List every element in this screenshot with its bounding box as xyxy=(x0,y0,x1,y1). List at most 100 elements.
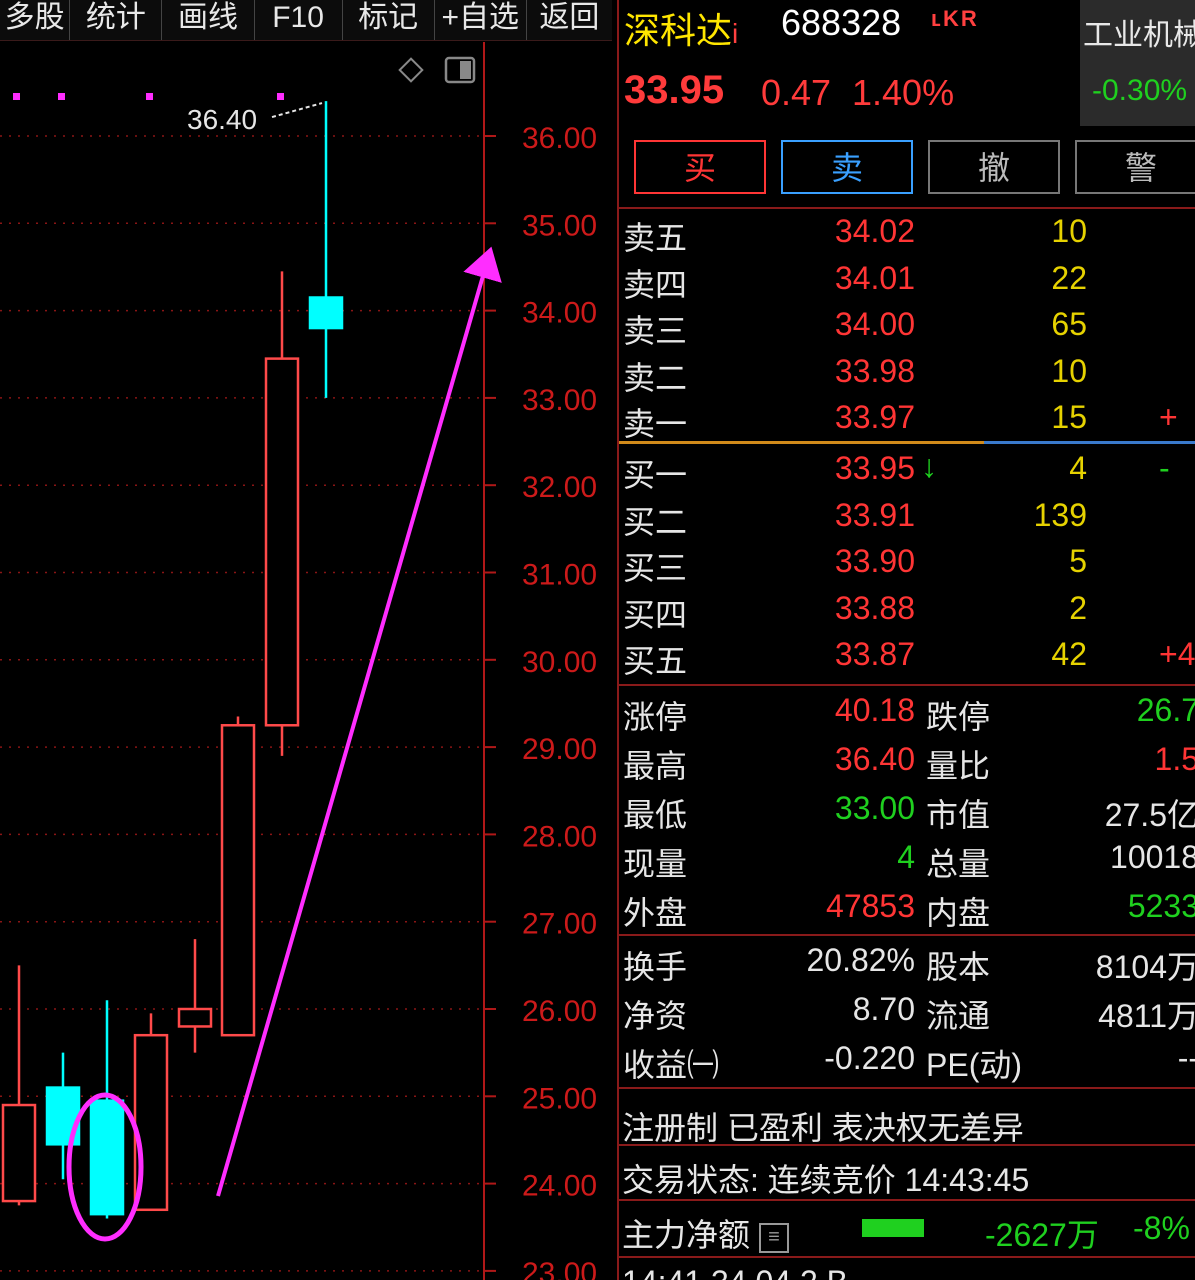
bid-price: 33.91 xyxy=(834,496,915,533)
diamond-icon[interactable] xyxy=(398,57,424,83)
ask-label: 卖三 xyxy=(623,313,688,350)
bid-label: 买五 xyxy=(623,643,688,680)
signal-markers xyxy=(13,93,284,100)
candle[interactable] xyxy=(308,101,344,398)
stats-row: 最高 36.40 量比 1.5 xyxy=(619,741,1195,789)
stat-label: 内盘 xyxy=(926,895,991,931)
draw-line-button[interactable]: 画线 xyxy=(162,0,255,40)
ask-volume: 15 xyxy=(1051,399,1087,436)
fund-value: 4811万 xyxy=(1098,998,1195,1034)
bid-row[interactable]: 买二 33.91 139 xyxy=(619,497,1195,543)
bid-label: 买一 xyxy=(623,457,688,493)
buy-button[interactable]: 买 xyxy=(634,140,766,194)
y-tick-label: 31.00 xyxy=(522,559,597,592)
divider xyxy=(619,207,1195,209)
mark-button[interactable]: 标记 xyxy=(343,0,435,40)
stat-value: 5233 xyxy=(1127,888,1195,924)
ask-row[interactable]: 卖三 34.00 65 xyxy=(619,306,1195,352)
bid-row[interactable]: 买三 33.90 5 xyxy=(619,543,1195,589)
stat-value: 26.7 xyxy=(1136,692,1195,728)
ask-row[interactable]: 卖一 33.97 15 + xyxy=(619,399,1195,445)
ask-price: 34.02 xyxy=(834,213,915,249)
stats-row: 外盘 47853 内盘 5233 xyxy=(619,888,1195,936)
bid-label: 买二 xyxy=(623,503,688,540)
multi-stock-button[interactable]: 多股 xyxy=(0,0,71,40)
bid-change: - xyxy=(1159,450,1170,486)
bid-volume: 5 xyxy=(1069,543,1087,580)
stat-label: 最低 xyxy=(623,797,688,833)
y-tick-label: 35.00 xyxy=(522,209,597,242)
stat-label: 市值 xyxy=(926,797,991,833)
f10-button[interactable]: F10 xyxy=(255,0,343,40)
candle[interactable] xyxy=(1,965,37,1206)
ask-price: 34.01 xyxy=(834,259,915,296)
industry-change: -0.30% xyxy=(1092,74,1188,107)
candle[interactable] xyxy=(89,1000,125,1219)
candlestick-chart[interactable]: 36.00 35.00 34.00 33.00 32.00 31.00 30.00 29.00… xyxy=(0,42,612,1280)
info-icon[interactable]: i xyxy=(732,18,738,49)
divider xyxy=(619,1199,1195,1201)
ask-change: + xyxy=(1159,399,1178,436)
stat-value: 47853 xyxy=(826,888,915,924)
stock-code: 688328 xyxy=(781,2,902,43)
main-capital-percent: -8% xyxy=(1133,1210,1190,1246)
candle-body xyxy=(89,1099,125,1216)
cancel-order-button[interactable]: 撤 xyxy=(928,140,1060,194)
price-change: 0.47 xyxy=(761,72,832,113)
stat-value: 1.5 xyxy=(1154,741,1195,777)
candle[interactable] xyxy=(220,716,256,1037)
stat-label: 最高 xyxy=(623,748,688,784)
ask-label: 卖五 xyxy=(623,220,688,256)
stat-label: 跌停 xyxy=(926,699,991,735)
candle[interactable] xyxy=(177,939,213,1053)
fund-value: -- xyxy=(1177,1040,1195,1076)
divider xyxy=(619,1256,1195,1258)
bid-volume: 2 xyxy=(1069,589,1087,626)
fund-label: PE(动) xyxy=(926,1047,1023,1083)
y-tick-label: 34.00 xyxy=(522,297,597,330)
stat-label: 外盘 xyxy=(623,895,688,931)
y-tick-label: 28.00 xyxy=(522,820,597,853)
divider xyxy=(619,1087,1195,1089)
bid-label: 买四 xyxy=(623,596,688,633)
ask-row[interactable]: 卖四 34.01 22 xyxy=(619,260,1195,306)
panel-toggle-icon[interactable] xyxy=(444,56,476,84)
alert-button[interactable]: 警 xyxy=(1075,140,1195,194)
capital-flow-bar xyxy=(862,1219,924,1237)
ask-row[interactable]: 卖五 34.02 10 xyxy=(619,213,1195,259)
bid-row[interactable]: 买一 33.95 ↓ 4 - xyxy=(619,448,1195,496)
stat-label: 涨停 xyxy=(623,699,688,735)
ask-price: 33.97 xyxy=(834,399,915,436)
chart-canvas: 36.00 35.00 34.00 33.00 32.00 31.00 30.00 29.00… xyxy=(0,42,597,1280)
y-tick-label: 23.00 xyxy=(522,1257,597,1280)
statistics-button[interactable]: 统计 xyxy=(70,0,163,40)
bid-volume: 139 xyxy=(1033,496,1087,533)
list-icon[interactable]: ≡ xyxy=(758,1222,789,1253)
industry-box[interactable]: 工业机械 -0.30% xyxy=(1080,0,1195,126)
sell-button[interactable]: 卖 xyxy=(781,140,913,194)
tick-row: 14:41 34.04 2 B xyxy=(622,1264,848,1280)
add-watchlist-button[interactable]: +自选 xyxy=(435,0,527,40)
stat-label: 现量 xyxy=(623,846,688,882)
stat-value: 4 xyxy=(897,839,915,875)
ask-volume: 10 xyxy=(1051,352,1087,389)
main-capital-label[interactable]: 主力净额 ≡ xyxy=(622,1210,789,1256)
y-tick-label: 29.00 xyxy=(522,733,597,766)
back-button[interactable]: 返回 xyxy=(527,0,612,40)
ask-row[interactable]: 卖二 33.98 10 xyxy=(619,353,1195,399)
stat-value: 33.00 xyxy=(834,790,915,826)
main-capital-value: -2627万 xyxy=(985,1217,1099,1253)
y-tick-label: 30.00 xyxy=(522,646,597,679)
fund-label: 净资 xyxy=(623,998,688,1034)
candle[interactable] xyxy=(264,271,300,756)
candle-body xyxy=(177,1007,213,1028)
y-tick-label: 26.00 xyxy=(522,995,597,1028)
candle[interactable] xyxy=(45,1052,81,1180)
y-tick-label: 27.00 xyxy=(522,908,597,941)
bid-row[interactable]: 买五 33.87 42 +4 xyxy=(619,636,1195,682)
bid-row[interactable]: 买四 33.88 2 xyxy=(619,590,1195,636)
high-price-label: 36.40 xyxy=(187,104,257,135)
stock-name[interactable]: 深科达i xyxy=(624,2,738,54)
trading-status: 交易状态: 连续竞价 14:43:45 xyxy=(622,1162,1030,1198)
ask-price: 33.98 xyxy=(834,352,915,389)
